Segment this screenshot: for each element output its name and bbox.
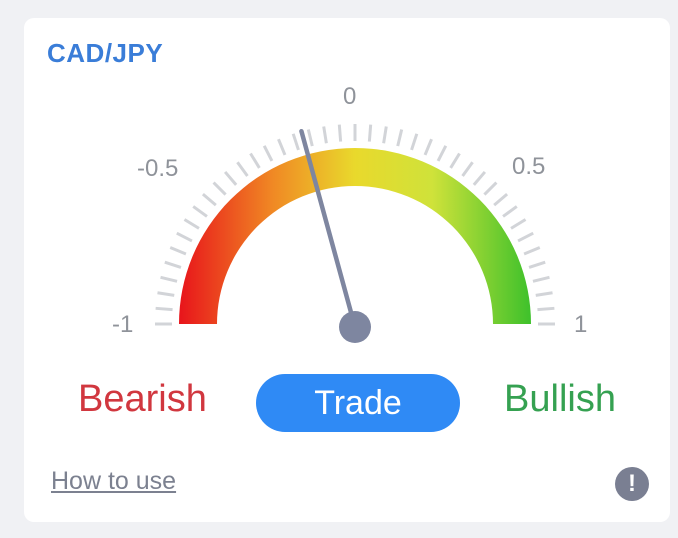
gauge-tick: [396, 129, 404, 147]
gauge-tick: [337, 124, 343, 142]
gauge-tick: [436, 145, 448, 162]
exclamation-icon[interactable]: !: [615, 467, 649, 501]
gauge-tick: [262, 145, 274, 162]
gauge-tick: [410, 133, 419, 151]
bearish-label: Bearish: [78, 378, 207, 420]
gauge-tick: [201, 192, 217, 207]
gauge-tick: [160, 275, 178, 283]
gauge-arc: [179, 148, 531, 324]
gauge-tick: [155, 306, 173, 312]
bullish-label: Bullish: [504, 378, 616, 420]
gauge-tick: [523, 246, 541, 256]
how-to-use-link[interactable]: How to use: [51, 467, 176, 496]
gauge-tick: [183, 218, 200, 230]
gauge-tick: [367, 124, 373, 142]
gauge-tick: [535, 291, 553, 297]
gauge-tick: [169, 246, 187, 256]
gauge-tick: [322, 126, 328, 144]
gauge-tick: [483, 181, 498, 196]
gauge-tick: [423, 138, 433, 156]
gauge-needle-hub: [339, 311, 371, 343]
scale-label-min: -1: [112, 311, 134, 338]
gauge-tick: [223, 170, 238, 186]
scale-label-low: -0.5: [137, 155, 179, 182]
gauge-tick: [164, 260, 182, 269]
gauge-tick: [291, 133, 300, 151]
gauge-tick: [306, 129, 314, 147]
sentiment-card: CAD/JPY -1 -0.5 0 0.5 1 Bearish Trade Bu…: [24, 18, 670, 522]
gauge-tick: [277, 138, 287, 156]
gauge-tick: [472, 170, 487, 186]
gauge-tick: [236, 161, 249, 177]
gauge-tick: [528, 260, 546, 269]
gauge-tick: [249, 152, 261, 169]
gauge-tick: [537, 306, 555, 312]
gauge-tick: [382, 126, 388, 144]
gauge-tick: [461, 161, 474, 177]
gauge-tick: [510, 218, 527, 230]
gauge-tick: [493, 192, 509, 207]
gauge-tick: [502, 205, 518, 218]
scale-label-max: 1: [574, 311, 588, 338]
scale-label-mid: 0: [343, 83, 357, 110]
gauge-tick: [176, 231, 193, 243]
gauge-tick: [449, 152, 461, 169]
gauge-tick: [517, 231, 534, 243]
gauge-tick: [532, 275, 550, 283]
gauge-tick: [192, 205, 208, 218]
trade-button[interactable]: Trade: [256, 374, 460, 432]
gauge-tick: [212, 181, 227, 196]
scale-label-high: 0.5: [512, 153, 546, 180]
gauge-tick: [157, 291, 175, 297]
